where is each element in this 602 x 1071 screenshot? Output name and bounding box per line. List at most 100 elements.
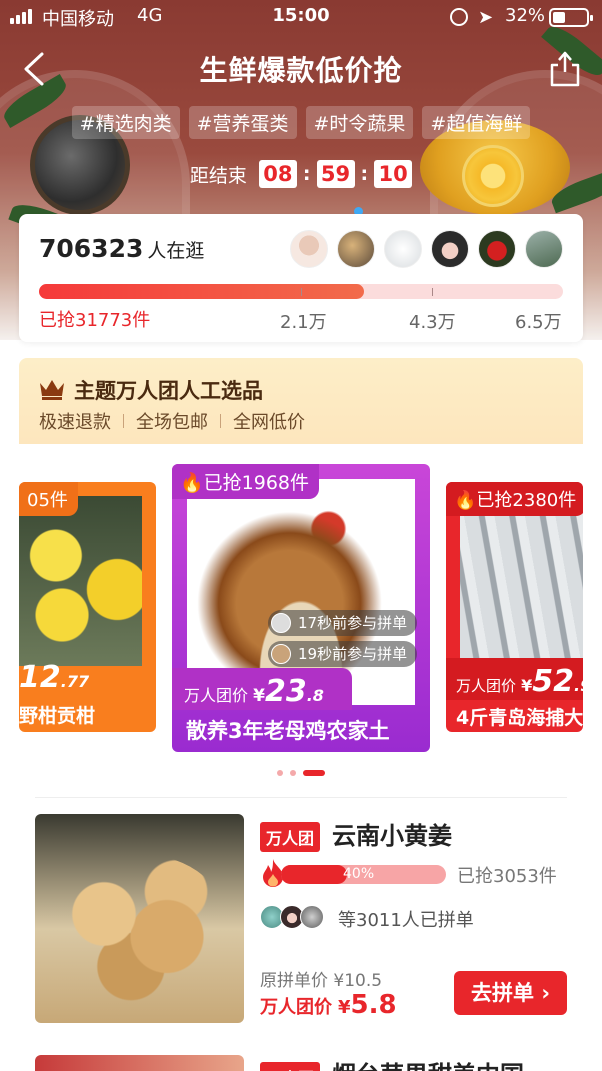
currency-symbol: ¥ (253, 686, 265, 706)
join-group-label: 去拼单 (471, 981, 535, 1005)
avatar (337, 230, 375, 268)
group-buy-section: 主题万人团人工选品 极速退款 全场包邮 全网低价 05件 12.77 野柑贡柑 … (19, 358, 583, 778)
sold-count: 已抢3053件 (457, 866, 557, 887)
oranges-product-image (19, 496, 142, 666)
group-price-value: 5.8 (350, 990, 397, 1020)
rotation-lock-icon (450, 8, 468, 26)
tag-eggs[interactable]: #营养蛋类 (188, 106, 297, 139)
colon-separator: : (302, 163, 311, 185)
join-notice-text: 17秒前参与拼单 (298, 614, 408, 632)
nav-bar: 生鲜爆款低价抢 (0, 40, 602, 96)
divider (220, 414, 221, 428)
tag-produce[interactable]: #时令蔬果 (305, 106, 414, 139)
carousel-card-chicken[interactable]: 🔥已抢1968件 17秒前参与拼单 19秒前参与拼单 万人团价 ¥23.8 散养… (172, 464, 430, 752)
product-name: 烟台苹果甜美中国 (332, 1055, 524, 1071)
price-decimal: .9 (574, 676, 583, 695)
carousel-card-shrimp[interactable]: 🔥已抢2380件 万人团价 ¥52.9 4斤青岛海捕大 (446, 482, 583, 732)
tag-seafood[interactable]: #超值海鲜 (422, 106, 531, 139)
chevron-right-icon: › (541, 981, 550, 1005)
product-item-apple[interactable]: 万人团 烟台苹果甜美中国 (35, 1055, 567, 1071)
join-notice-bubble: 19秒前参与拼单 (268, 641, 418, 667)
avatar (290, 230, 328, 268)
product-name: 野柑贡柑 (19, 705, 96, 727)
group-header: 主题万人团人工选品 极速退款 全场包邮 全网低价 (19, 358, 583, 444)
original-price-value: ¥10.5 (333, 971, 383, 991)
grab-progress-bar (39, 284, 563, 299)
share-icon[interactable] (548, 50, 582, 88)
category-tags: #精选肉类 #营养蛋类 #时令蔬果 #超值海鲜 (0, 106, 602, 139)
price-decimal: .77 (60, 672, 90, 691)
progress-tick (432, 288, 433, 296)
browse-count: 706323 人在逛 (39, 234, 204, 263)
browser-avatars (290, 230, 563, 268)
carousel-card-oranges[interactable]: 05件 12.77 野柑贡柑 (19, 482, 156, 732)
product-name: 4斤青岛海捕大 (456, 707, 583, 729)
divider (123, 414, 124, 428)
price-decimal: .8 (306, 686, 324, 705)
countdown-label: 距结束 (189, 164, 247, 187)
currency-symbol: ¥ (338, 997, 351, 1018)
group-badge: 万人团 (260, 822, 321, 852)
countdown-timer: 距结束 08 : 59 : 10 (0, 160, 602, 188)
original-price: 原拼单价 ¥10.5 (260, 966, 382, 991)
section-divider (35, 797, 567, 798)
shrimp-product-image (460, 496, 583, 666)
sold-count: 🔥已抢2380件 (446, 482, 583, 516)
join-notice-bubble: 17秒前参与拼单 (268, 610, 418, 636)
join-notice-text: 19秒前参与拼单 (298, 645, 408, 663)
product-item-ginger[interactable]: 万人团 云南小黄姜 40% 已抢3053件 等3011人已拼单 原拼单价 ¥10… (35, 814, 567, 1024)
avatar (271, 644, 291, 664)
group-price-label: 万人团价 (260, 997, 332, 1018)
milestone-3: 6.5万 (515, 312, 562, 333)
sold-count: 🔥已抢1968件 (172, 464, 320, 499)
sales-progress-fill (281, 865, 347, 884)
join-group-button[interactable]: 去拼单 › (454, 971, 567, 1015)
sold-count: 05件 (19, 482, 78, 516)
ginger-product-image (35, 814, 244, 1023)
countdown-minutes: 59 (316, 160, 355, 188)
group-price: 万人团价 ¥5.8 (260, 990, 397, 1020)
price-integer: 52 (532, 664, 574, 699)
page-dot[interactable] (290, 770, 296, 776)
battery-icon (549, 8, 593, 27)
joined-avatars (260, 905, 324, 929)
fire-icon: 🔥 (454, 490, 477, 511)
feature-fast-refund: 极速退款 (39, 412, 111, 433)
countdown-seconds: 10 (374, 160, 413, 188)
avatar (431, 230, 469, 268)
page-dot-active[interactable] (303, 770, 325, 776)
location-icon: ➤ (478, 7, 494, 28)
avatar (271, 613, 291, 633)
price-label: 万人团价 (456, 677, 517, 695)
price-label: 万人团价 (184, 686, 249, 705)
price-integer: 12 (19, 660, 61, 695)
feature-free-shipping: 全场包邮 (136, 412, 208, 433)
countdown-hours: 08 (258, 160, 297, 188)
carousel-pagination (19, 770, 583, 776)
fire-icon: 🔥 (180, 472, 204, 494)
crown-icon (40, 380, 64, 400)
avatar (478, 230, 516, 268)
colon-separator: : (360, 163, 369, 185)
ginger-shape (50, 854, 230, 1004)
product-name: 散养3年老母鸡农家土 (186, 719, 390, 743)
group-title: 主题万人团人工选品 (74, 379, 263, 403)
status-bar: 中国移动 4G 15:00 ➤ 32% (0, 0, 602, 34)
product-carousel[interactable]: 05件 12.77 野柑贡柑 🔥已抢1968件 17秒前参与拼单 19秒前参与拼… (19, 444, 583, 778)
progress-tick (301, 288, 302, 296)
apple-product-image (35, 1055, 244, 1071)
browse-stats-card: 706323 人在逛 已抢31773件 2.1万 4.3万 6.5万 (19, 214, 583, 342)
price: 12.77 (19, 660, 89, 695)
battery-percent: 32% (505, 5, 546, 26)
browse-count-number: 706323 (39, 234, 144, 263)
sold-count-text: 已抢2380件 (476, 490, 577, 511)
group-price: 万人团价 ¥23.8 (172, 668, 352, 710)
milestone-2: 4.3万 (409, 312, 456, 333)
original-price-label: 原拼单价 (260, 971, 328, 991)
tag-meat[interactable]: #精选肉类 (71, 106, 180, 139)
grab-progress-fill (39, 284, 364, 299)
page-dot[interactable] (277, 770, 283, 776)
avatar (525, 230, 563, 268)
price-integer: 23 (264, 674, 307, 709)
page-title: 生鲜爆款低价抢 (199, 54, 403, 87)
